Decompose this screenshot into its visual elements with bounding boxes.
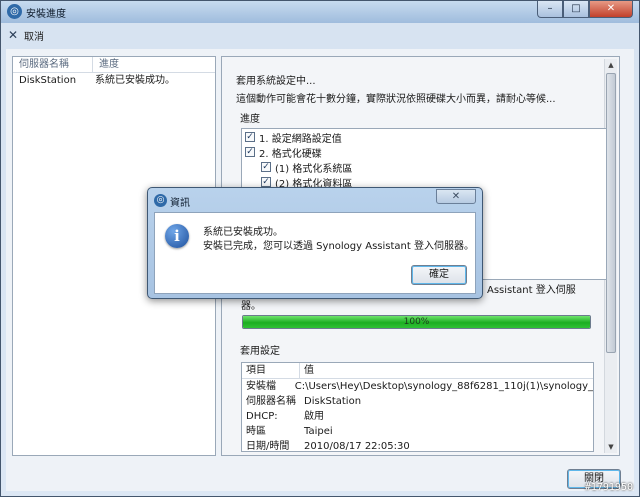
progress-section-label: 進度 — [240, 114, 260, 125]
progress-message-tail: Assistant 登入伺服 — [487, 285, 576, 296]
info-dialog: ◎ 資訊 ✕ i 系統已安裝成功。 安裝已完成，您可以透過 Synology A… — [147, 187, 483, 299]
dialog-message-line1: 系統已安裝成功。 — [203, 227, 283, 238]
dialog-message-line2: 安裝已完成，您可以透過 Synology Assistant 登入伺服器。 — [203, 241, 474, 252]
step-label: 2. 格式化硬碟 — [259, 148, 322, 160]
step-item: ✓ 2. 格式化硬碟 — [245, 145, 322, 160]
column-server-name[interactable]: 伺服器名稱 — [13, 57, 93, 72]
maximize-button[interactable]: □ — [563, 1, 589, 18]
info-icon: i — [165, 224, 189, 248]
config-key: 日期/時間 — [246, 441, 290, 452]
scroll-down-icon[interactable]: ▼ — [605, 441, 617, 453]
scroll-up-icon[interactable]: ▲ — [605, 59, 617, 71]
progress-percent: 100% — [403, 317, 430, 327]
config-table: 項目 值 安裝檔 C:\Users\Hey\Desktop\synology_8… — [241, 362, 594, 452]
checkbox-checked-icon: ✓ — [245, 147, 255, 157]
dialog-app-icon: ◎ — [154, 194, 167, 207]
window-controls: – □ ✕ — [537, 1, 633, 19]
checkbox-checked-icon: ✓ — [245, 132, 255, 142]
progress-bar: 100% — [242, 315, 591, 329]
progress-message-end: 器。 — [241, 301, 261, 312]
config-value: DiskStation — [304, 396, 362, 407]
title-bar: ◎ 安裝進度 – □ ✕ — [1, 1, 639, 23]
column-progress[interactable]: 進度 — [93, 57, 119, 72]
dialog-title: 資訊 — [170, 198, 190, 209]
cancel-label: 取消 — [24, 31, 44, 43]
table-row: DHCP: 啟用 — [242, 409, 593, 424]
server-row[interactable]: DiskStation 系統已安裝成功。 — [13, 73, 215, 89]
watermark: #1791950 — [584, 482, 633, 493]
window-title: 安裝進度 — [26, 9, 66, 20]
cancel-button[interactable]: ✕ 取消 — [6, 25, 44, 45]
step-item: ✓ 1. 設定網路設定值 — [245, 130, 342, 145]
app-icon: ◎ — [7, 4, 22, 19]
config-key: 安裝檔 — [246, 381, 276, 392]
config-value: 啟用 — [304, 411, 324, 422]
ok-button[interactable]: 確定 — [411, 265, 467, 285]
step-label: (1) 格式化系統區 — [275, 163, 353, 175]
dialog-close-button[interactable]: ✕ — [436, 189, 476, 204]
config-value: C:\Users\Hey\Desktop\synology_88f6281_11… — [294, 381, 593, 392]
note-line: 這個動作可能會花十數分鐘，實際狀況依照硬碟大小而異，請耐心等候... — [236, 94, 556, 105]
table-row: 伺服器名稱 DiskStation — [242, 394, 593, 409]
config-value: 2010/08/17 22:05:30 — [304, 441, 410, 452]
config-section-label: 套用設定 — [240, 346, 280, 357]
column-value[interactable]: 值 — [300, 363, 314, 378]
minimize-button[interactable]: – — [537, 1, 563, 18]
config-table-header: 項目 值 — [242, 363, 593, 379]
checkbox-checked-icon: ✓ — [261, 162, 271, 172]
server-status: 系統已安裝成功。 — [95, 75, 175, 86]
scroll-thumb[interactable] — [606, 73, 616, 353]
column-item[interactable]: 項目 — [242, 363, 300, 378]
table-row: 日期/時間 2010/08/17 22:05:30 — [242, 439, 593, 452]
status-line: 套用系統設定中... — [236, 76, 316, 87]
cancel-icon: ✕ — [7, 28, 19, 42]
step-item: ✓ (1) 格式化系統區 — [261, 160, 353, 175]
config-key: 時區 — [246, 426, 266, 437]
server-list-header: 伺服器名稱 進度 — [13, 57, 215, 73]
dialog-body: i 系統已安裝成功。 安裝已完成，您可以透過 Synology Assistan… — [154, 212, 476, 294]
server-name: DiskStation — [19, 75, 77, 86]
config-key: 伺服器名稱 — [246, 396, 296, 407]
step-label: 1. 設定網路設定值 — [259, 133, 342, 145]
table-row: 安裝檔 C:\Users\Hey\Desktop\synology_88f628… — [242, 379, 593, 394]
config-key: DHCP: — [246, 411, 278, 422]
table-row: 時區 Taipei — [242, 424, 593, 439]
config-value: Taipei — [304, 426, 333, 437]
close-window-button[interactable]: ✕ — [589, 1, 633, 18]
checkbox-checked-icon: ✓ — [261, 177, 271, 187]
